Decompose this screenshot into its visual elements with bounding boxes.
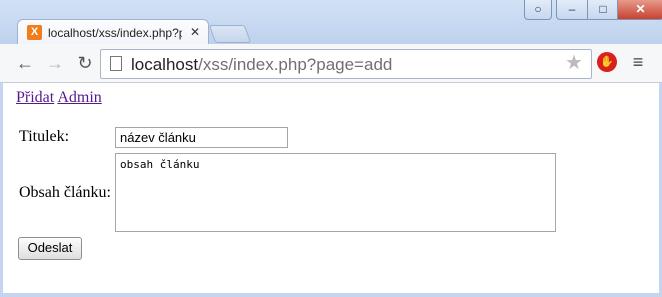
title-label: Titulek: <box>19 128 70 145</box>
url-path: /xss/index.php?page=add <box>198 55 393 74</box>
hamburger-menu-icon[interactable]: ≡ <box>628 52 648 72</box>
back-arrow-icon[interactable]: ← <box>14 52 36 74</box>
address-bar[interactable]: localhost/xss/index.php?page=add ★ <box>100 49 592 79</box>
bookmark-star-icon[interactable]: ★ <box>565 53 583 73</box>
browser-window: X localhost/xss/index.php?p ✕ ○ – □ ✕ ← … <box>0 0 662 297</box>
page-nav: Přidat Admin <box>16 89 102 107</box>
xampp-favicon-icon: X <box>27 25 42 40</box>
user-profile-button[interactable]: ○ <box>524 0 552 20</box>
content-textarea[interactable]: obsah článku <box>115 153 556 232</box>
forward-arrow-icon[interactable]: → <box>44 52 66 74</box>
maximize-button[interactable]: □ <box>587 0 619 20</box>
new-tab-button[interactable] <box>208 25 252 43</box>
minimize-button[interactable]: – <box>556 0 588 20</box>
page-content: Přidat Admin Titulek: název článku Obsah… <box>3 83 659 293</box>
reload-icon[interactable]: ↻ <box>74 52 96 74</box>
stop-extension-icon[interactable]: ✋ <box>597 52 617 72</box>
page-icon <box>110 56 122 71</box>
title-bar: X localhost/xss/index.php?p ✕ ○ – □ ✕ <box>0 0 662 46</box>
nav-link-admin[interactable]: Admin <box>57 89 101 106</box>
content-label: Obsah článku: <box>19 184 111 201</box>
tab-title: localhost/xss/index.php?p <box>48 26 182 40</box>
nav-link-pridat[interactable]: Přidat <box>16 89 54 106</box>
browser-tab[interactable]: X localhost/xss/index.php?p ✕ <box>17 19 209 46</box>
browser-toolbar: ← → ↻ localhost/xss/index.php?page=add ★… <box>0 44 662 83</box>
title-input[interactable]: název článku <box>115 127 288 148</box>
submit-button[interactable]: Odeslat <box>18 237 82 260</box>
tab-close-icon[interactable]: ✕ <box>188 25 202 39</box>
url-host: localhost <box>131 55 199 74</box>
close-window-button[interactable]: ✕ <box>617 0 662 20</box>
url-text[interactable]: localhost/xss/index.php?page=add <box>131 55 392 75</box>
